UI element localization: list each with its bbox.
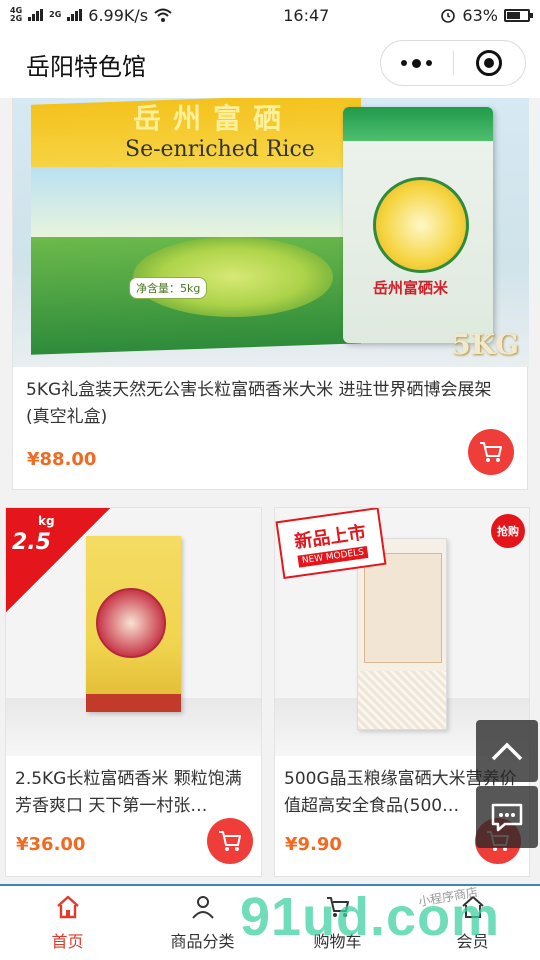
product-image[interactable]: 新品上市 NEW MODELS 抢购 bbox=[275, 508, 529, 756]
product-image[interactable]: 岳州富硒 Se-enriched Rice 净含量：5kg 岳州富硒米 5KG bbox=[13, 98, 529, 367]
tab-label: 会员 bbox=[456, 932, 489, 951]
bag-emblem-graphic bbox=[373, 177, 469, 273]
app-header: 岳阳特色馆 bbox=[0, 30, 540, 98]
box-sky-graphic bbox=[31, 167, 361, 237]
tab-member[interactable]: 会员 bbox=[405, 886, 540, 960]
back-to-top-button[interactable] bbox=[476, 720, 538, 782]
product-title[interactable]: 2.5KG长粒富硒香米 颗粒饱满芳香爽口 天下第一村张… bbox=[15, 766, 253, 822]
box-brand-text: 岳州富硒 bbox=[133, 102, 294, 135]
more-dot-icon bbox=[412, 58, 422, 68]
network-type-2: 2G bbox=[49, 10, 62, 19]
net-weight-label: 净含量：5kg bbox=[129, 277, 208, 299]
chat-icon bbox=[491, 803, 523, 832]
add-to-cart-button[interactable] bbox=[207, 818, 253, 864]
more-button[interactable] bbox=[381, 58, 453, 68]
rice-grains-graphic bbox=[358, 671, 446, 729]
add-to-cart-button[interactable] bbox=[468, 429, 514, 475]
tab-label: 首页 bbox=[51, 932, 84, 951]
clock: 16:47 bbox=[283, 5, 330, 25]
tab-cart[interactable]: 购物车 bbox=[270, 886, 405, 960]
bag-label-graphic bbox=[364, 553, 442, 663]
weight-tag: 5KG bbox=[451, 328, 519, 361]
miniprogram-capsule bbox=[380, 40, 526, 86]
tab-categories[interactable]: 商品分类 bbox=[135, 886, 270, 960]
product-card[interactable]: 岳州富硒 Se-enriched Rice 净含量：5kg 岳州富硒米 5KG … bbox=[12, 98, 529, 490]
more-dot-icon bbox=[401, 60, 408, 66]
box-english-text: Se-enriched Rice bbox=[125, 137, 315, 162]
tab-home[interactable]: 首页 bbox=[0, 886, 135, 960]
cart-icon bbox=[326, 897, 349, 917]
cart-icon bbox=[480, 442, 502, 462]
battery-icon bbox=[503, 8, 533, 22]
customer-service-button[interactable] bbox=[476, 786, 538, 848]
cart-icon bbox=[219, 831, 241, 851]
product-price: ¥88.00 bbox=[27, 449, 97, 470]
battery-percent: 63% bbox=[462, 5, 498, 25]
bag-top-graphic bbox=[343, 107, 493, 141]
bottom-tab-bar: 首页 商品分类 购物车 会员 bbox=[0, 884, 540, 960]
wifi-icon bbox=[154, 8, 172, 22]
home-icon bbox=[56, 895, 79, 919]
flash-sale-badge: 抢购 bbox=[491, 514, 525, 548]
tab-label: 商品分类 bbox=[170, 932, 235, 951]
close-miniprogram-button[interactable] bbox=[454, 50, 526, 76]
page-title: 岳阳特色馆 bbox=[26, 52, 146, 81]
signal-icon bbox=[28, 9, 44, 21]
rice-bag-graphic: 岳州富硒米 bbox=[343, 107, 493, 343]
status-bar: 4G 2G 2G 6.99K/s 16:47 63% bbox=[0, 0, 540, 30]
product-card[interactable]: kg 2.5 2.5KG长粒富硒香米 颗粒饱满芳香爽口 天下第一村张… ¥36.… bbox=[5, 507, 262, 877]
product-price: ¥9.90 bbox=[285, 834, 342, 855]
signal-icon-2 bbox=[67, 9, 83, 21]
product-list[interactable]: 岳州富硒 Se-enriched Rice 净含量：5kg 岳州富硒米 5KG … bbox=[0, 98, 540, 884]
user-icon bbox=[191, 896, 214, 919]
product-image[interactable]: kg 2.5 bbox=[6, 508, 261, 756]
chevron-up-icon bbox=[491, 742, 523, 761]
product-title[interactable]: 5KG礼盒装天然无公害长粒富硒香米大米 进驻世界硒博会展架 (真空礼盒) bbox=[26, 377, 516, 433]
bag-label: 岳州富硒米 bbox=[373, 279, 449, 297]
network-speed: 6.99K/s bbox=[88, 5, 149, 25]
bag-strip-graphic bbox=[86, 694, 181, 712]
alarm-icon bbox=[441, 9, 456, 23]
network-type: 4G 2G bbox=[10, 6, 23, 23]
rice-bag-graphic bbox=[357, 538, 447, 730]
product-price: ¥36.00 bbox=[16, 834, 86, 855]
tab-label: 购物车 bbox=[313, 932, 362, 951]
weight-badge: kg 2.5 bbox=[6, 508, 110, 612]
member-icon bbox=[461, 896, 484, 918]
target-icon bbox=[476, 50, 503, 76]
more-dot-icon bbox=[426, 60, 433, 66]
